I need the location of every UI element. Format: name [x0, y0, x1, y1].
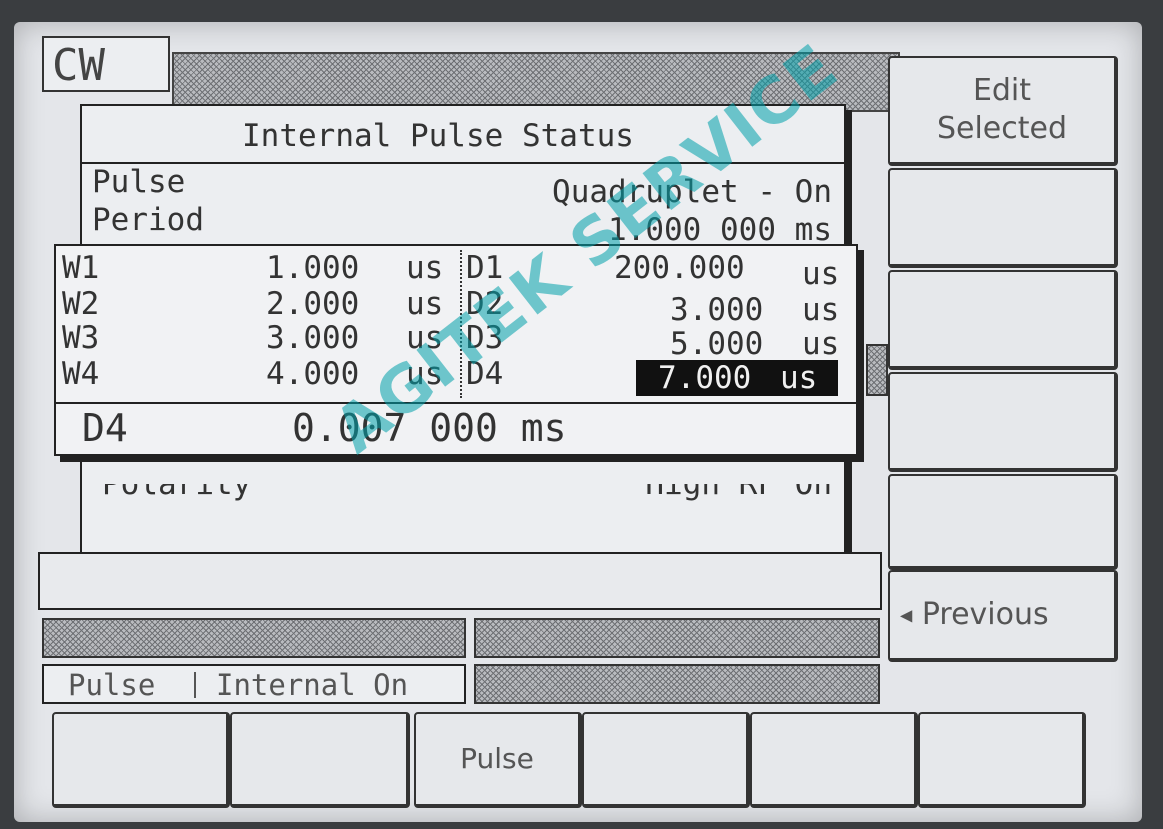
softkey-bottom-1[interactable]	[52, 712, 230, 808]
annunciator-right-top	[474, 618, 880, 658]
pulse-softkey-label: Pulse	[460, 742, 534, 775]
d3-unit: us	[802, 326, 840, 362]
previous-softkey[interactable]: ◀ Previous	[888, 570, 1118, 662]
annunciator-separator	[194, 672, 196, 698]
d4-selected-cell[interactable]: 7.000 us	[636, 360, 838, 396]
softkey-bottom-6[interactable]	[918, 712, 1086, 808]
w3-value[interactable]: 3.000	[266, 320, 359, 356]
pulse-label: Pulse	[92, 164, 186, 200]
d2-value[interactable]: 3.000	[670, 292, 763, 328]
softkey-right-3[interactable]	[888, 270, 1118, 370]
w2-label[interactable]: W2	[62, 286, 99, 322]
w1-label[interactable]: W1	[62, 250, 99, 286]
d1-unit: us	[802, 256, 840, 292]
softkey-right-4[interactable]	[888, 372, 1118, 472]
edit-selected-softkey[interactable]: Edit Selected	[888, 56, 1118, 166]
w2-unit: us	[406, 286, 444, 322]
d2-unit: us	[802, 292, 840, 328]
pulse-annunciator-label: Pulse	[68, 668, 156, 702]
mode-label: CW	[42, 36, 170, 92]
instrument-screen: CW Internal Pulse Status Pulse Quadruple…	[14, 22, 1142, 822]
entry-divider	[56, 402, 856, 404]
edit-selected-label: Edit Selected	[936, 73, 1068, 146]
softkey-right-5[interactable]	[888, 474, 1118, 570]
pulse-status-annunciator: Pulse Internal On	[42, 664, 466, 704]
panel-scroll-stub	[866, 344, 888, 396]
softkey-bottom-5[interactable]	[750, 712, 918, 808]
entry-param: D4	[82, 406, 128, 450]
d3-value[interactable]: 5.000	[670, 326, 763, 362]
annunciator-right-bottom	[474, 664, 880, 704]
period-label: Period	[92, 202, 204, 238]
w4-label[interactable]: W4	[62, 356, 99, 392]
w3-label[interactable]: W3	[62, 320, 99, 356]
d4-value: 7.000	[658, 360, 752, 396]
panel-title: Internal Pulse Status	[242, 118, 634, 154]
previous-label: Previous	[921, 597, 1049, 632]
annunciator-left-top	[42, 618, 466, 658]
softkey-bottom-4[interactable]	[582, 712, 750, 808]
softkey-right-2[interactable]	[888, 168, 1118, 268]
softkey-bottom-2[interactable]	[230, 712, 410, 808]
w1-unit: us	[406, 250, 444, 286]
polarity-label: Polarity	[102, 466, 252, 502]
previous-arrow-icon: ◀	[900, 605, 913, 625]
message-line	[38, 552, 882, 610]
d4-unit: us	[780, 360, 818, 396]
pulse-softkey[interactable]: Pulse	[414, 712, 582, 808]
w1-value[interactable]: 1.000	[266, 250, 359, 286]
polarity-value: High RF On	[645, 466, 832, 502]
w4-value[interactable]: 4.000	[266, 356, 359, 392]
pulse-annunciator-state: Internal On	[216, 668, 409, 702]
w2-value[interactable]: 2.000	[266, 286, 359, 322]
